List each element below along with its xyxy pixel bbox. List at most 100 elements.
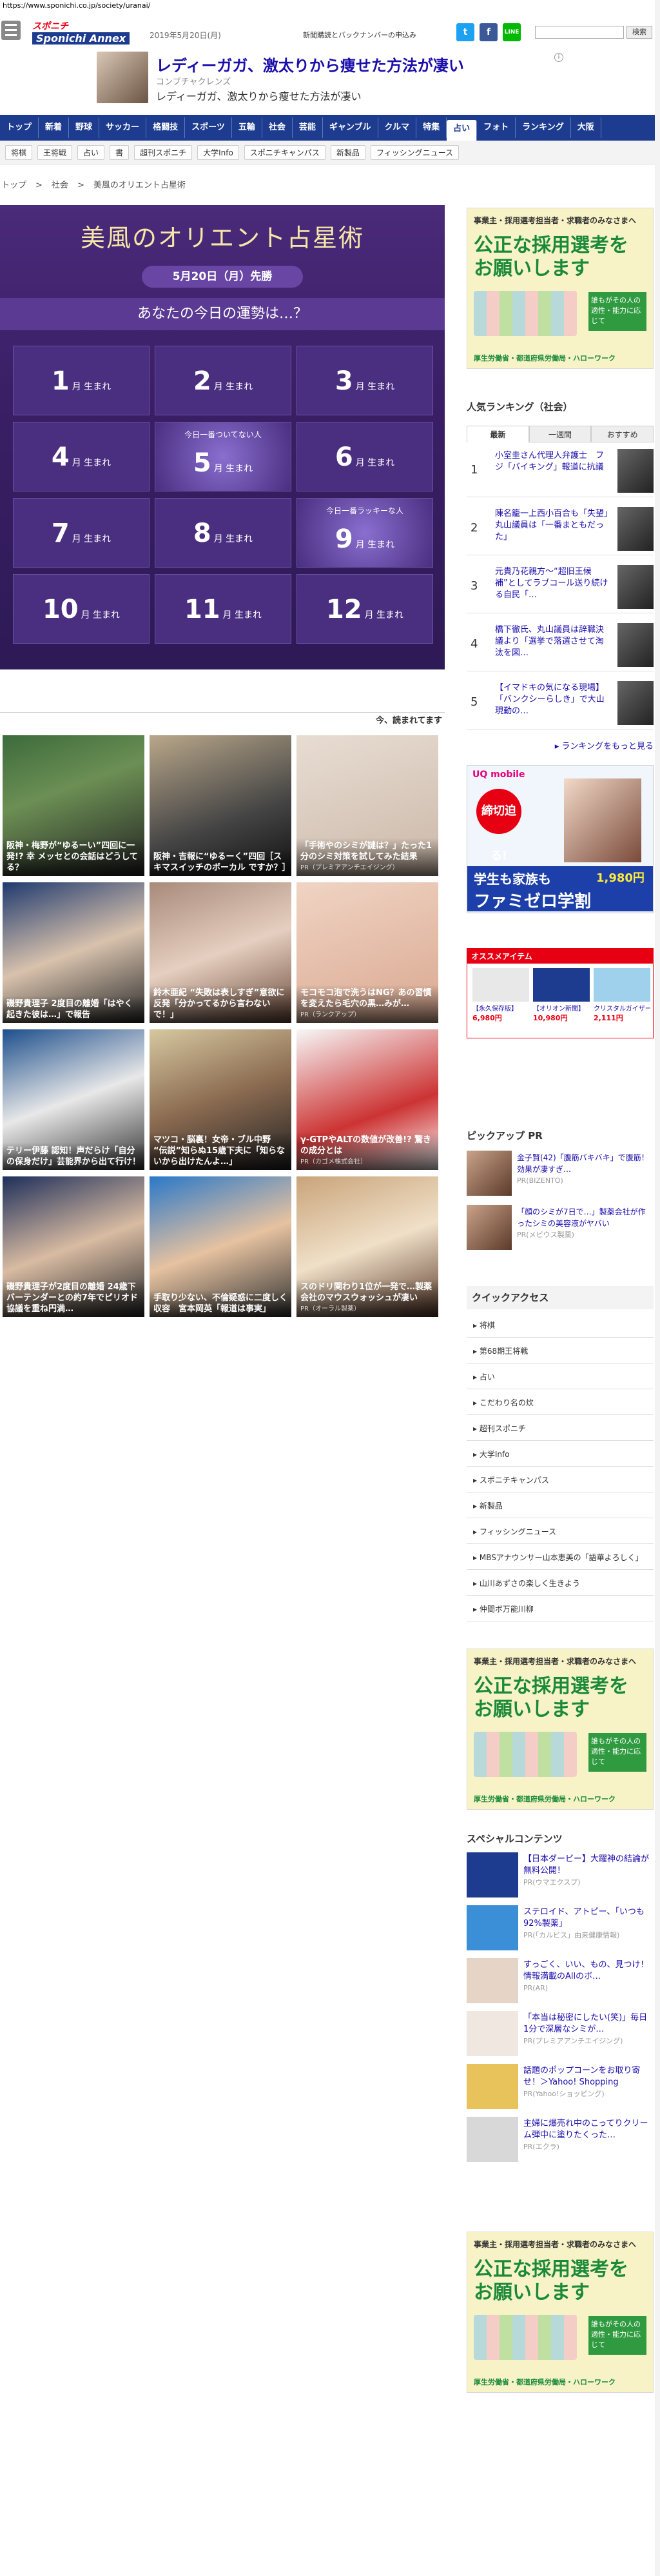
breadcrumb-item[interactable]: 美風のオリエント占星術 [93,181,186,190]
ranking-tab[interactable]: おすすめ [591,426,654,442]
month-button-11[interactable]: 11 月 生まれ [155,574,291,644]
article-title[interactable]: 「手術やのシミが謎は？」たった1分のシミ対策を試してみた結果 [300,840,434,862]
pickup-item[interactable]: 「顔のシミが7日で…」製薬会社が作ったシミの美容液がヤバい PR(メビウス製薬) [467,1205,654,1250]
ranking-item[interactable]: 3 元貴乃花親方〜“超旧王候補”としてラブコール送り続ける自民「… [467,561,654,613]
article-card[interactable]: 阪神・梅野が“ゆるーい”四回に一発!? 幸 メッセとの会話はどうしてる？ [3,735,144,876]
site-logo[interactable]: スポニチ Sponichi Annex [32,19,142,45]
ranking-title-link[interactable]: 橋下徹氏、丸山議員は辞職決議より「選挙で落選させて淘汰を図… [495,624,611,659]
article-title[interactable]: 鈴木亜紀 “失敗は表しすぎ”意欲に反発「分かってるから言わないで！」 [153,987,287,1020]
special-title-link[interactable]: すっごく、いい、もの、見つけ！情報満載のAllのボ… [523,1959,652,1983]
quick-access-item[interactable]: 将棋 [467,1313,654,1338]
month-button-1[interactable]: 1月 生まれ [13,346,150,415]
special-title-link[interactable]: ステロイド、アトピー、「いつも92%製薬」 [523,1907,652,1930]
search-input[interactable] [535,26,624,39]
nav-item[interactable]: 芸能 [293,117,323,138]
ranking-title-link[interactable]: 小室圭さん代理人弁護士 フジ「バイキング」報道に抗議 [495,450,611,473]
ranking-more-link[interactable]: ▸ ランキングをもっと見る [467,739,654,751]
breadcrumb-item[interactable]: トップ [1,181,26,190]
quick-access-item[interactable]: 超刊スポニチ [467,1416,654,1441]
subnav-item[interactable]: 将棋 [5,144,33,160]
quick-access-item[interactable]: 仲間ボ万能川柳 [467,1597,654,1621]
menu-icon[interactable] [1,21,21,40]
month-button-12[interactable]: 12 月 生まれ [296,574,433,644]
special-item[interactable]: 「本当は秘密にしたい(笑)」毎日1分で深層なシミが… PR(プレミアアンチエイジン… [467,2010,654,2057]
month-button-9[interactable]: 今日一番ラッキーな人 9 月 生まれ [296,498,433,568]
facebook-icon[interactable]: f [480,23,498,41]
article-title[interactable]: モコモコ泡で洗うはNG？あの習慣を変えたら毛穴の黒…みが… [300,987,434,1009]
special-item[interactable]: 【日本ダービー】大躍神の結論が無料公開！ PR(ウマエクスプ) [467,1851,654,1899]
ad-title[interactable]: レディーガガ、激太りから痩せた方法が凄い [156,53,464,75]
shop-item[interactable]: 【永久保存版】 6,980円 [472,968,529,1033]
subnav-item[interactable]: 王将戦 [37,144,73,160]
article-title[interactable]: γ-GTPやALTの数値が改善!? 驚きの成分とは [300,1134,434,1156]
quick-access-item[interactable]: 新製品 [467,1494,654,1518]
article-card[interactable]: モコモコ泡で洗うはNG？あの習慣を変えたら毛穴の黒…みが… PR（ランクアップ） [296,882,438,1023]
special-title-link[interactable]: 主婦に爆売れ中のこってりクリーム弾中に塗りたくった… [523,2118,652,2141]
search-button[interactable]: 検索 [626,26,652,39]
shop-item[interactable]: 【オリオン新聞】 10,980円 [533,968,590,1033]
nav-item[interactable]: 五輪 [232,117,262,138]
article-card[interactable]: 鈴木亜紀 “失敗は表しすぎ”意欲に反発「分かってるから言わないで！」 [150,882,291,1023]
special-title-link[interactable]: 【日本ダービー】大躍神の結論が無料公開！ [523,1854,652,1877]
month-button-2[interactable]: 2月 生まれ [155,346,291,415]
ranking-item[interactable]: 1 小室圭さん代理人弁護士 フジ「バイキング」報道に抗議 [467,445,654,497]
ranking-tab[interactable]: 最新 [467,426,529,442]
quick-access-item[interactable]: フィッシングニュース [467,1520,654,1544]
nav-item[interactable]: ギャンブル [323,117,378,138]
twitter-icon[interactable]: t [456,23,474,41]
nav-item[interactable]: トップ [0,117,39,138]
recruit-banner-3[interactable]: 事業主・採用選考担当者・求職者のみなさまへ 公正な採用選考を お願いします 誰も… [467,2232,654,2393]
nav-item[interactable]: 大阪 [571,117,601,138]
nav-item[interactable]: 新着 [39,117,70,138]
ranking-title-link[interactable]: 元貴乃花親方〜“超旧王候補”としてラブコール送り続ける自民「… [495,566,611,601]
nav-item[interactable]: クルマ [378,117,417,138]
month-button-10[interactable]: 10 月 生まれ [13,574,150,644]
nav-item[interactable]: ランキング [516,117,571,138]
quick-access-item[interactable]: スポニチキャンパス [467,1468,654,1492]
article-card[interactable]: γ-GTPやALTの数値が改善!? 驚きの成分とは PR（カゴメ株式会社） [296,1029,438,1170]
pickup-title[interactable]: 「顔のシミが7日で…」製薬会社が作ったシミの美容液がヤバい [517,1206,652,1229]
subnav-item[interactable]: 占い [77,144,105,160]
ranking-item[interactable]: 2 陳名籠一上西小百合も「失望」 丸山議員は「一番まともだった」 [467,503,654,555]
subnav-item[interactable]: 書 [110,144,130,160]
nav-item[interactable]: フォト [477,117,516,138]
pickup-item[interactable]: 金子賢(42)「腹筋バキバキ」で腹筋！効果が凄すぎ… PR(BIZENTO) [467,1151,654,1196]
line-icon[interactable]: LINE [503,23,521,41]
nav-item[interactable]: 特集 [416,117,447,138]
ranking-tab[interactable]: 一週間 [529,426,592,442]
special-title-link[interactable]: 「本当は秘密にしたい(笑)」毎日1分で深層なシミが… [523,2012,652,2036]
quick-access-item[interactable]: 第68期王将戦 [467,1339,654,1363]
subnav-item[interactable]: 新製品 [330,144,365,160]
recruit-banner-2[interactable]: 事業主・採用選考担当者・求職者のみなさまへ 公正な採用選考を お願いします 誰も… [467,1649,654,1810]
month-button-6[interactable]: 6月 生まれ [296,422,433,491]
article-card[interactable]: スのドリ関わり1位が一発で…製薬会社のマウスウォッシュが凄い PR（オーラル製薬） [296,1176,438,1317]
pickup-title[interactable]: 金子賢(42)「腹筋バキバキ」で腹筋！効果が凄すぎ… [517,1152,652,1175]
nav-item[interactable]: 占い [447,120,478,141]
nav-item[interactable]: 野球 [69,117,100,138]
ranking-title-link[interactable]: 陳名籠一上西小百合も「失望」 丸山議員は「一番まともだった」 [495,508,617,543]
article-card[interactable]: 阪神・吉報に“ゆるーく”四回［スキマスイッチのボーカル ですか？］ [150,735,291,876]
ad-info-icon[interactable]: i [554,53,563,62]
article-title[interactable]: 阪神・吉報に“ゆるーく”四回［スキマスイッチのボーカル ですか？］ [153,851,291,873]
ranking-item[interactable]: 5 【イマドキの気になる現場】「バンクシーらしき」で大山現勤の… [467,677,654,729]
recruit-banner-1[interactable]: 事業主・採用選考担当者・求職者のみなさまへ 公正な採用選考を お願いします 誰も… [467,208,654,369]
article-card[interactable]: 磯野貴理子が2度目の離婚 24歳下バーテンダーとの約7年でピリオド 協議を重ね円… [3,1176,144,1317]
ranking-title-link[interactable]: 【イマドキの気になる現場】「バンクシーらしき」で大山現勤の… [495,682,611,717]
breadcrumb-item[interactable]: 社会 [52,181,68,190]
article-card[interactable]: テリー伊藤 認知！声だらけ「自分の保身だけ」芸能界から出て行け！ [3,1029,144,1170]
nav-item[interactable]: スポーツ [185,117,232,138]
uq-mobile-ad[interactable]: UQ mobile 締切迫る! 学生も家族も ファミゼロ学割 1,980円 [467,765,654,913]
subscription-link[interactable]: 新聞購読とバックナンバーの申込み [303,30,416,40]
article-title[interactable]: 阪神・梅野が“ゆるーい”四回に一発!? 幸 メッセとの会話はどうしてる？ [6,840,141,873]
quick-access-item[interactable]: こだわり名の炊 [467,1391,654,1415]
subnav-item[interactable]: 大学Info [197,144,239,160]
nav-item[interactable]: サッカー [99,117,147,138]
quick-access-item[interactable]: MBSアナウンサー山本恵美の「語華よろしく」 [467,1545,654,1570]
subnav-item[interactable]: フィッシングニュース [370,144,459,160]
special-item[interactable]: ステロイド、アトピー、「いつも92%製薬」 PR(「カルビス」由来健康情報) [467,1904,654,1952]
quick-access-item[interactable]: 占い [467,1365,654,1389]
nav-item[interactable]: 社会 [262,117,293,138]
article-card[interactable]: 磯野貴理子 2度目の離婚「はやく起きた彼は…」で報告 [3,882,144,1023]
month-button-8[interactable]: 8月 生まれ [155,498,291,568]
nav-item[interactable]: 格闘技 [146,117,186,138]
